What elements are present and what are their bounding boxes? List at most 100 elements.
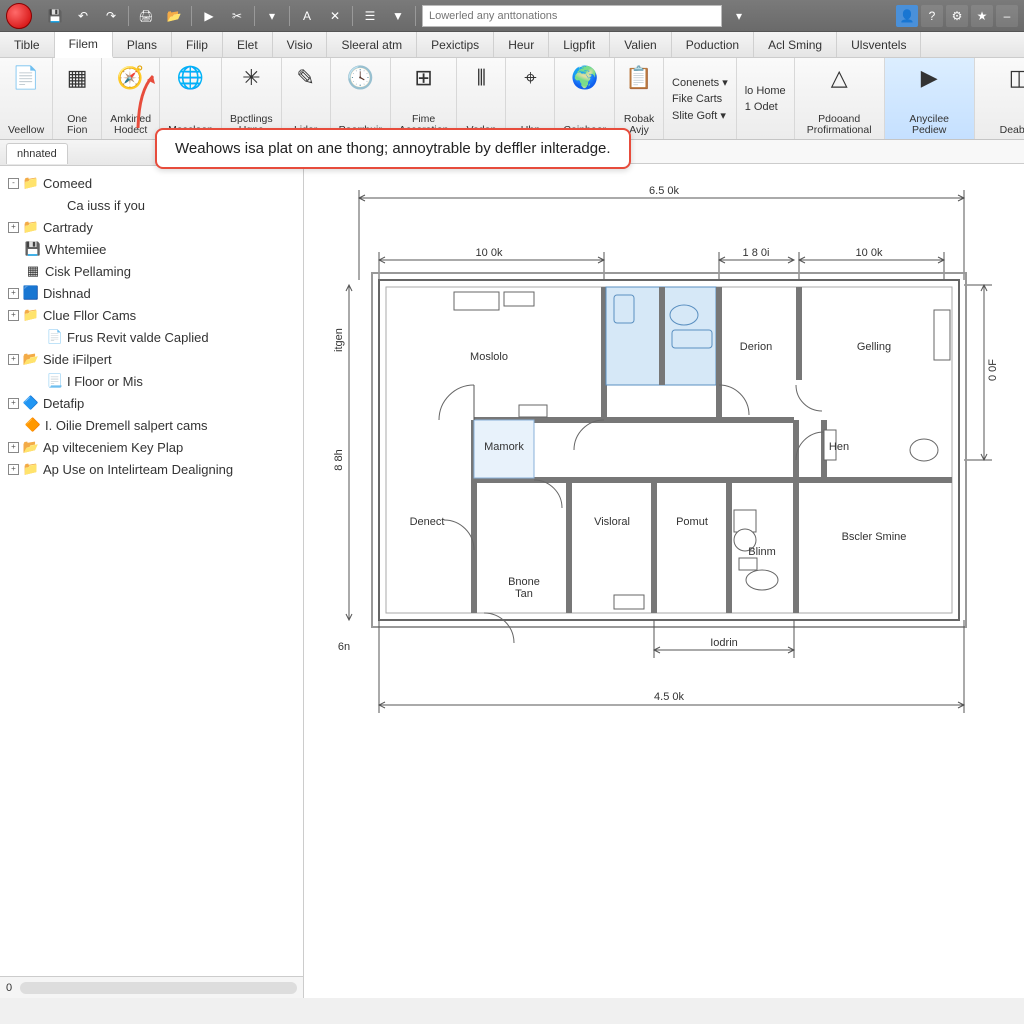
svg-text:Denect: Denect <box>410 516 445 528</box>
tree-toggle-icon[interactable]: + <box>8 354 19 365</box>
ribbon-deabnin-button[interactable]: ◫Deabnin <box>975 58 1024 139</box>
ribbon-moscloon-button[interactable]: 🌐Moscloon <box>160 58 222 139</box>
callout-text: Weahows isa plat on ane thong; annoytrab… <box>155 128 631 169</box>
tree-toggle-icon[interactable]: + <box>8 288 19 299</box>
ribbon-coinbeer-button[interactable]: 🌍Coinbeer <box>555 58 615 139</box>
qat-user-icon[interactable]: 👤 <box>896 5 918 27</box>
svg-text:6n: 6n <box>338 641 350 653</box>
ribbon-anycilee-button[interactable]: ▶AnycileePediew <box>885 58 975 139</box>
sheet-icon: 📄 <box>47 329 63 345</box>
qat-cut-icon[interactable]: ✂ <box>226 5 248 27</box>
qat-list-icon[interactable]: ☰ <box>359 5 381 27</box>
menu-tab-heur[interactable]: Heur <box>494 32 549 57</box>
menu-tab-sleeral atm[interactable]: Sleeral atm <box>327 32 417 57</box>
tree-node-label: I. Oilie Dremell salpert cams <box>45 418 208 433</box>
tree-node[interactable]: -📁Comeed <box>4 172 299 194</box>
menu-tab-ulsventels[interactable]: Ulsventels <box>837 32 921 57</box>
tree-node[interactable]: +📁Cartrady <box>4 216 299 238</box>
menu-tab-plans[interactable]: Plans <box>113 32 172 57</box>
qat-min-icon[interactable]: – <box>996 5 1018 27</box>
ribbon-voden-button[interactable]: ⫴Voden <box>457 58 506 139</box>
ribbon-lider-button[interactable]: ✎Lider <box>282 58 331 139</box>
svg-text:0 0F: 0 0F <box>987 359 999 381</box>
window-icon: ⊞ <box>408 62 440 94</box>
menu-tab-filip[interactable]: Filip <box>172 32 223 57</box>
tree-toggle-icon[interactable]: + <box>8 398 19 409</box>
page-icon: 📃 <box>47 373 63 389</box>
tree-scrollbar[interactable] <box>20 982 297 994</box>
qat-close-icon[interactable]: ✕ <box>324 5 346 27</box>
qat-dropdown-icon[interactable]: ▾ <box>261 5 283 27</box>
menu-tab-pexictips[interactable]: Pexictips <box>417 32 494 57</box>
tree-node[interactable]: +📁Ap Use on Intelirteam Dealigning <box>4 458 299 480</box>
qat-run-icon[interactable]: ▶ <box>198 5 220 27</box>
ribbon-stack-item[interactable]: 1 Odet <box>743 100 788 114</box>
qat-redo-icon[interactable]: ↷ <box>100 5 122 27</box>
qat-star-icon[interactable]: ★ <box>971 5 993 27</box>
app-orb-icon[interactable] <box>6 3 32 29</box>
tree-node[interactable]: 📃I Floor or Mis <box>4 370 299 392</box>
svg-text:Pomut: Pomut <box>676 516 708 528</box>
tree-node[interactable]: +🟦Dishnad <box>4 282 299 304</box>
svg-text:Moslolo: Moslolo <box>470 351 508 363</box>
ribbon-stack-item[interactable]: Fike Carts <box>670 92 730 106</box>
menu-tab-ligpfit[interactable]: Ligpfit <box>549 32 610 57</box>
blank-icon <box>47 197 63 213</box>
ribbon-veellow-button[interactable]: 📄Veellow <box>0 58 53 139</box>
ribbon-pdooand-button[interactable]: △PdooandProfirmational <box>795 58 885 139</box>
qat-print-icon[interactable]: 🖨 <box>135 5 157 27</box>
ribbon-label: Deabnin <box>1000 125 1024 137</box>
qat-filter-icon[interactable]: ▼ <box>387 5 409 27</box>
floor-plan-svg: 6.5 0k 10 0k 1 8 0i 10 0k itgen 8 8h <box>324 180 1004 900</box>
tree-scroll-value: 0 <box>6 982 12 994</box>
qat-open-icon[interactable]: 📂 <box>163 5 185 27</box>
qat-search-dropdown-icon[interactable]: ▾ <box>728 5 750 27</box>
ribbon-bpctlings-button[interactable]: ✳BpctlingsUgna <box>222 58 282 139</box>
qat-text-icon[interactable]: A <box>296 5 318 27</box>
tree-node[interactable]: +🔷Detafip <box>4 392 299 414</box>
tree-node[interactable]: +📂Side iFilpert <box>4 348 299 370</box>
ribbon-poorrbuir-button[interactable]: 🕓Poorrbuir <box>331 58 391 139</box>
menu-tab-acl sming[interactable]: Acl Sming <box>754 32 837 57</box>
qat-help-icon[interactable]: ? <box>921 5 943 27</box>
svg-text:Hen: Hen <box>829 441 849 453</box>
tree-node[interactable]: Ca iuss if you <box>4 194 299 216</box>
ribbon-stack-item[interactable]: Conenets ▾ <box>670 75 730 90</box>
menu-tab-valien[interactable]: Valien <box>610 32 671 57</box>
ribbon-ubp-button[interactable]: ⌖Ubp <box>506 58 555 139</box>
menu-tab-tible[interactable]: Tible <box>0 32 55 57</box>
tree-node[interactable]: 📄Frus Revit valde Caplied <box>4 326 299 348</box>
tree-toggle-icon[interactable]: + <box>8 310 19 321</box>
folder-blue-icon: 📁 <box>23 307 39 323</box>
svg-text:Blinm: Blinm <box>748 546 776 558</box>
ribbon-one-button[interactable]: ▦OneFion <box>53 58 102 139</box>
tree-node[interactable]: 💾Whtemiiee <box>4 238 299 260</box>
ribbon-robak avjy-button[interactable]: 📋Robak Avjy <box>615 58 664 139</box>
tree-node[interactable]: +📁Clue Fllor Cams <box>4 304 299 326</box>
tree-toggle-icon[interactable]: + <box>8 442 19 453</box>
tree-node-label: Ap Use on Intelirteam Dealigning <box>43 462 233 477</box>
tree-tab[interactable]: nhnated <box>6 143 68 164</box>
search-input[interactable] <box>422 5 722 27</box>
qat-share-icon[interactable]: ⚙ <box>946 5 968 27</box>
tree-node[interactable]: +📂Ap vilteceniem Key Plap <box>4 436 299 458</box>
ribbon-stack-item[interactable]: lo Home <box>743 84 788 98</box>
tree-node[interactable]: ▦Cisk Pellaming <box>4 260 299 282</box>
tree-toggle-icon[interactable]: + <box>8 222 19 233</box>
menu-tab-filem[interactable]: Filem <box>55 32 113 58</box>
project-tree-panel: nhnated ▭ ✕ -📁ComeedCa iuss if you+📁Cart… <box>0 140 304 998</box>
quick-access-toolbar: 💾 ↶ ↷ 🖨 📂 ▶ ✂ ▾ A ✕ ☰ ▼ ▾ 👤 ? ⚙ ★ – <box>0 0 1024 32</box>
ribbon-stack-item[interactable]: Slite Goft ▾ <box>670 108 730 123</box>
tree-node[interactable]: 🔶I. Oilie Dremell salpert cams <box>4 414 299 436</box>
tree-toggle-icon[interactable]: - <box>8 178 19 189</box>
menu-tab-visio[interactable]: Visio <box>273 32 328 57</box>
menu-tab-elet[interactable]: Elet <box>223 32 273 57</box>
view-icon: 📄 <box>10 62 42 94</box>
ribbon-fime-button[interactable]: ⊞FimeAccoration <box>391 58 458 139</box>
qat-undo-icon[interactable]: ↶ <box>72 5 94 27</box>
drawing-canvas[interactable]: Edaction: 6.5 0k 10 0k 1 8 0i <box>304 140 1024 998</box>
menu-tab-poduction[interactable]: Poduction <box>672 32 754 57</box>
tree-toggle-icon[interactable]: + <box>8 464 19 475</box>
qat-save-icon[interactable]: 💾 <box>44 5 66 27</box>
doc-icon: 📋 <box>623 62 655 94</box>
